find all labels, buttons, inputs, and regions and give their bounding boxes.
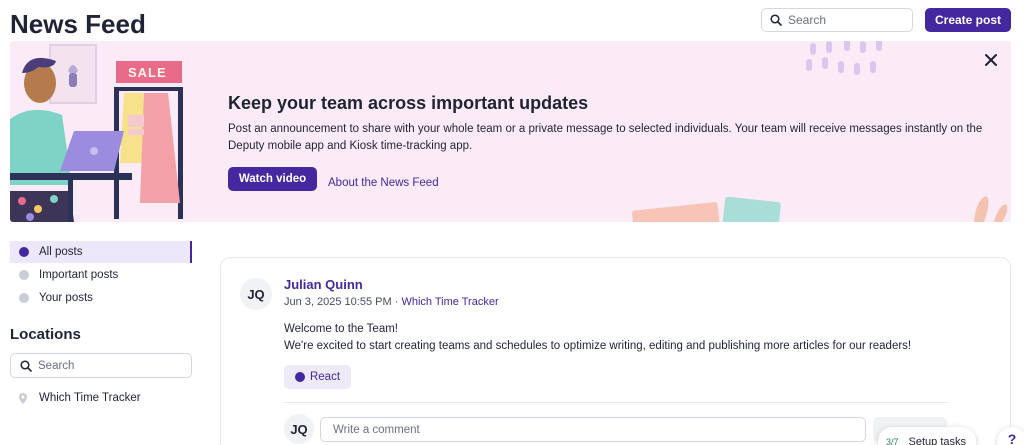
sale-sign-text: SALE: [128, 65, 167, 80]
post-author[interactable]: Julian Quinn: [284, 277, 363, 292]
banner-decoration-papers: [632, 196, 1008, 222]
help-icon: ?: [1007, 431, 1017, 445]
post-body: Welcome to the Team! We're excited to st…: [284, 321, 911, 355]
post-meta: Jun 3, 2025 10:55 PM · Which Time Tracke…: [284, 296, 499, 308]
chat-icon: [19, 293, 29, 303]
speech-bubble-icon: [19, 247, 29, 257]
divider: [284, 402, 948, 403]
react-label: React: [309, 371, 341, 383]
sidebar-item-all-posts[interactable]: All posts: [10, 241, 192, 263]
post-card: JQ Julian Quinn Jun 3, 2025 10:55 PM · W…: [220, 257, 1011, 445]
banner-illustration: [10, 44, 183, 222]
search-icon: [770, 14, 782, 26]
create-post-button[interactable]: Create post: [925, 8, 1011, 32]
setup-tasks-count: 3/7: [886, 437, 899, 445]
comment-input[interactable]: [320, 417, 866, 442]
announcement-banner: SALE Keep your team across important upd…: [10, 41, 1011, 222]
commenter-avatar: JQ: [284, 414, 314, 444]
banner-heading: Keep your team across important updates: [228, 93, 589, 113]
locations-heading: Locations: [10, 326, 81, 343]
location-item[interactable]: Which Time Tracker: [10, 388, 141, 408]
sidebar-item-label: All posts: [39, 246, 83, 258]
smiley-icon: [294, 372, 305, 382]
sidebar-item-your-posts[interactable]: Your posts: [10, 287, 192, 309]
setup-tasks-label: Setup tasks: [908, 436, 966, 445]
search-input[interactable]: [788, 13, 898, 27]
banner-text: Post an announcement to share with your …: [228, 123, 983, 152]
page-title: News Feed: [10, 9, 146, 39]
location-search-field[interactable]: [10, 353, 192, 378]
post-body-line: Welcome to the Team!: [284, 323, 398, 335]
post-body-line: We're excited to start creating teams an…: [284, 340, 912, 352]
setup-tasks-button[interactable]: 3/7 Setup tasks: [878, 427, 976, 445]
post-timestamp: Jun 3, 2025 10:55 PM: [284, 296, 392, 308]
important-icon: [19, 270, 29, 280]
location-label: Which Time Tracker: [39, 392, 141, 404]
post-location-link[interactable]: Which Time Tracker: [401, 296, 498, 308]
watch-video-button[interactable]: Watch video: [228, 167, 317, 191]
sidebar-item-important-posts[interactable]: Important posts: [10, 264, 192, 286]
news-feed-page: News Feed Create post: [0, 0, 1024, 445]
sidebar-item-label: Important posts: [39, 269, 119, 281]
banner-decoration-dots: [806, 41, 882, 75]
meta-separator: ·: [394, 296, 399, 308]
location-pin-icon: [19, 392, 27, 404]
react-button[interactable]: React: [284, 365, 351, 389]
location-search-input[interactable]: [38, 359, 178, 372]
sidebar-item-label: Your posts: [39, 292, 93, 304]
close-icon[interactable]: [983, 52, 999, 68]
search-icon: [20, 359, 32, 372]
about-news-feed-link[interactable]: About the News Feed: [328, 177, 439, 189]
avatar: JQ: [240, 278, 272, 310]
search-field[interactable]: [761, 8, 913, 32]
